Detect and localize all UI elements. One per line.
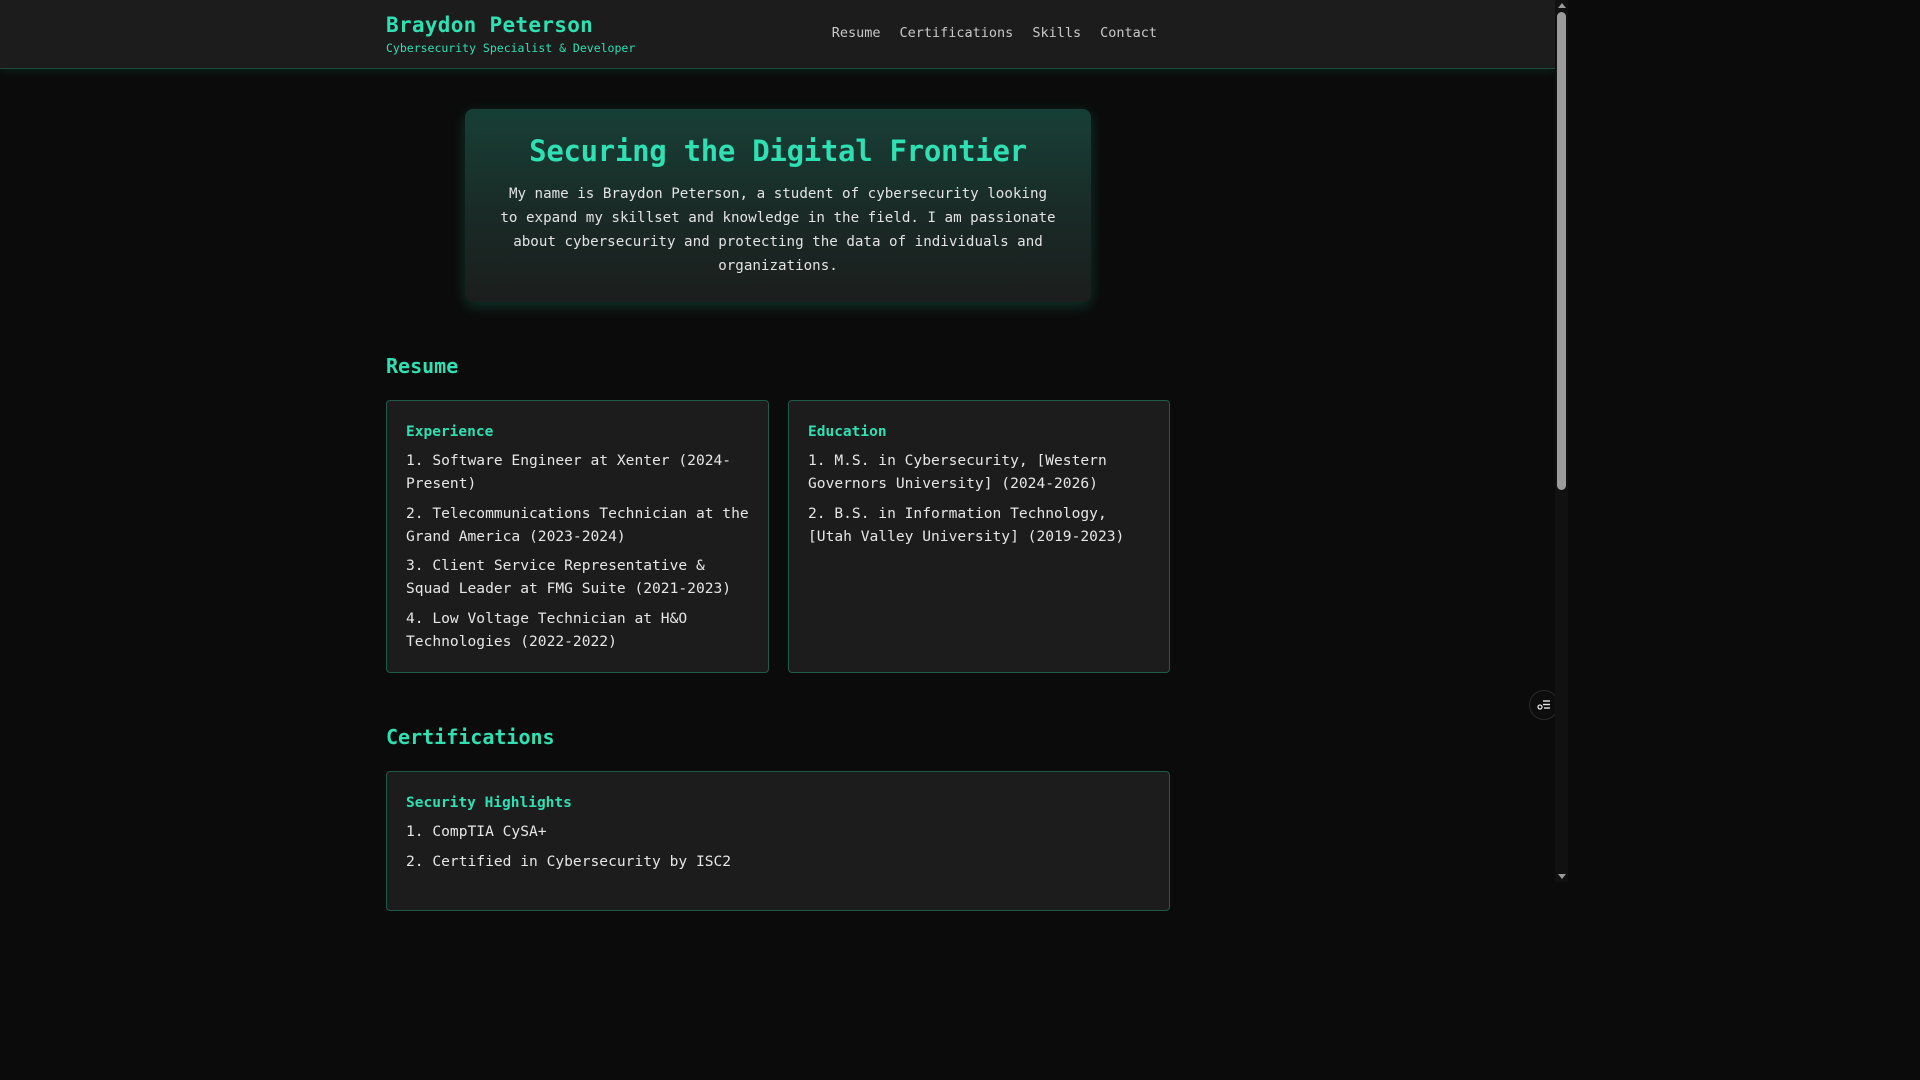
experience-card: Experience 1. Software Engineer at Xente…	[386, 400, 769, 673]
experience-list: 1. Software Engineer at Xenter (2024-Pre…	[406, 449, 749, 653]
scroll-up-arrow-icon[interactable]	[1558, 3, 1566, 8]
list-item: 2. B.S. in Information Technology, [Utah…	[808, 504, 1125, 545]
hero-title: Securing the Digital Frontier	[529, 134, 1027, 168]
site-tagline: Cybersecurity Specialist & Developer	[386, 41, 636, 55]
nav-link-skills[interactable]: Skills	[1032, 25, 1081, 41]
settings-list-icon	[1537, 700, 1550, 710]
certifications-section-title: Certifications	[386, 725, 555, 749]
list-item: 3. Client Service Representative & Squad…	[406, 557, 732, 597]
list-item: 4. Low Voltage Technician at H&O Technol…	[406, 609, 688, 650]
hero-card: Securing the Digital Frontier My name is…	[465, 109, 1091, 302]
security-highlights-card: Security Highlights 1. CompTIA CySA+ 2. …	[386, 771, 1170, 911]
security-highlights-heading: Security Highlights	[406, 795, 572, 811]
nav-link-resume[interactable]: Resume	[832, 25, 881, 41]
main-nav: Resume Certifications Skills Contact	[832, 25, 1157, 41]
site-name: Braydon Peterson	[386, 13, 594, 37]
brand[interactable]: Braydon Peterson Cybersecurity Specialis…	[386, 13, 635, 55]
resume-section-title: Resume	[386, 354, 459, 378]
nav-link-contact[interactable]: Contact	[1100, 25, 1157, 41]
education-heading: Education	[808, 424, 887, 440]
scroll-down-arrow-icon[interactable]	[1558, 874, 1566, 879]
list-item: 2. Telecommunications Technician at the …	[406, 504, 749, 545]
scrollbar-thumb[interactable]	[1557, 12, 1566, 490]
list-item: 1. CompTIA CySA+	[406, 823, 547, 840]
education-list: 1. M.S. in Cybersecurity, [Western Gover…	[808, 449, 1150, 548]
site-header: Braydon Peterson Cybersecurity Specialis…	[0, 0, 1555, 69]
list-item: 2. Certified in Cybersecurity by ISC2	[406, 852, 732, 870]
nav-link-certifications[interactable]: Certifications	[900, 25, 1014, 41]
list-item: 1. M.S. in Cybersecurity, [Western Gover…	[808, 452, 1107, 492]
list-item: 1. Software Engineer at Xenter (2024-Pre…	[406, 452, 732, 492]
hero-text: My name is Braydon Peterson, a student o…	[500, 186, 1056, 274]
certifications-list: 1. CompTIA CySA+ 2. Certified in Cyberse…	[406, 820, 1150, 873]
education-card: Education 1. M.S. in Cybersecurity, [Wes…	[788, 400, 1170, 673]
experience-heading: Experience	[406, 424, 494, 440]
page-scrollbar[interactable]	[1555, 0, 1568, 882]
